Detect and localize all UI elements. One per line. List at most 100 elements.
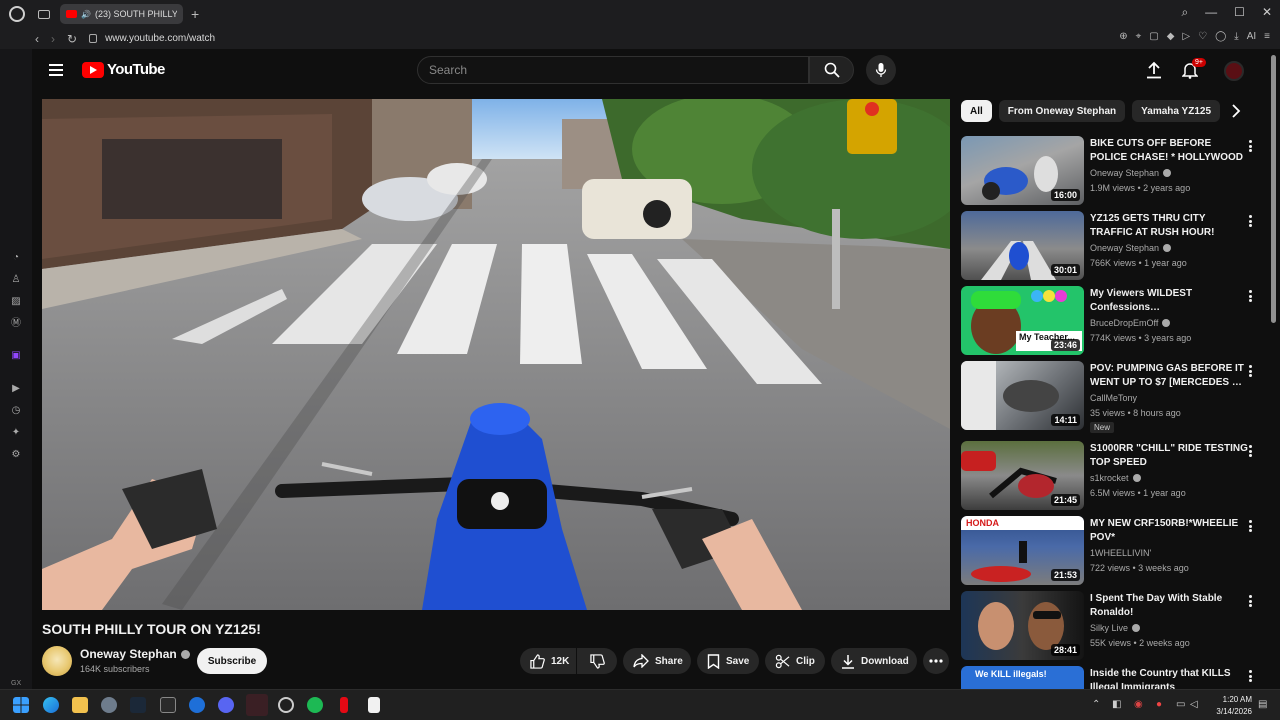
more-vertical-icon[interactable] bbox=[1249, 520, 1252, 532]
tray-volume-icon[interactable]: ◁ bbox=[1190, 699, 1198, 710]
video-thumbnail[interactable]: My Teacher... 23:46 bbox=[961, 286, 1084, 355]
forward-icon[interactable]: › bbox=[51, 32, 55, 46]
settings-app-icon[interactable] bbox=[101, 697, 117, 713]
recommendation-item[interactable]: 30:01 YZ125 GETS THRU CITY TRAFFIC AT RU… bbox=[961, 211, 1261, 281]
recommendation-title[interactable]: POV: PUMPING GAS BEFORE IT WENT UP TO $7… bbox=[1090, 362, 1250, 390]
recommendation-channel[interactable]: BruceDropEmOff bbox=[1090, 318, 1158, 328]
recommendation-title[interactable]: Inside the Country that KILLS Illegal Im… bbox=[1090, 667, 1250, 689]
video-thumbnail[interactable]: 30:01 bbox=[961, 211, 1084, 280]
discord-icon[interactable] bbox=[218, 697, 234, 713]
maximize-icon[interactable]: ☐ bbox=[1234, 5, 1245, 20]
account-avatar[interactable] bbox=[1224, 61, 1244, 81]
reload-icon[interactable]: ↻ bbox=[67, 32, 77, 46]
more-vertical-icon[interactable] bbox=[1249, 290, 1252, 302]
video-thumbnail[interactable]: HONDA 21:53 bbox=[961, 516, 1084, 585]
file-explorer-icon[interactable] bbox=[72, 697, 88, 713]
search-button[interactable] bbox=[809, 56, 854, 84]
more-vertical-icon[interactable] bbox=[1249, 445, 1252, 457]
youtube-logo[interactable]: YouTube bbox=[82, 61, 165, 78]
close-icon[interactable]: ✕ bbox=[1262, 5, 1272, 20]
chip-all[interactable]: All bbox=[961, 100, 992, 122]
chatgpt-icon[interactable] bbox=[278, 697, 294, 713]
recommendation-title[interactable]: MY NEW CRF150RB!*WHEELIE POV* bbox=[1090, 517, 1250, 545]
chevron-right-icon[interactable] bbox=[1231, 104, 1241, 118]
speaker-icon[interactable]: 🔊 bbox=[81, 10, 91, 19]
windows-start-icon[interactable] bbox=[13, 697, 29, 713]
ai-icon[interactable]: AI bbox=[1247, 31, 1256, 42]
spotify-icon[interactable] bbox=[307, 697, 323, 713]
notification-center-icon[interactable]: ▤ bbox=[1258, 699, 1267, 710]
sidebar-m-icon[interactable]: Ⓜ bbox=[10, 318, 22, 330]
video-thumbnail[interactable]: 28:41 bbox=[961, 591, 1084, 660]
channel-name[interactable]: Oneway Stephan bbox=[80, 647, 177, 661]
tray-mic-icon[interactable]: ● bbox=[1156, 699, 1162, 710]
notepad-icon[interactable] bbox=[368, 697, 380, 713]
sidebar-extensions-icon[interactable]: ✦ bbox=[10, 427, 22, 439]
recommendation-title[interactable]: S1000RR "CHILL" RIDE TESTING TOP SPEED bbox=[1090, 442, 1250, 470]
url-field[interactable]: www.youtube.com/watch bbox=[105, 33, 215, 44]
video-thumbnail[interactable]: 14:11 bbox=[961, 361, 1084, 430]
sidebar-ai-icon[interactable]: ♙ bbox=[10, 274, 22, 286]
recommendation-channel[interactable]: CallMeTony bbox=[1090, 393, 1137, 403]
share-button[interactable]: Share bbox=[623, 648, 691, 674]
more-vertical-icon[interactable] bbox=[1249, 670, 1252, 682]
download-button[interactable]: Download bbox=[831, 648, 917, 674]
channel-name-row[interactable]: Oneway Stephan bbox=[80, 647, 190, 661]
search-tabs-icon[interactable]: ⌕ bbox=[1181, 5, 1188, 20]
more-vertical-icon[interactable] bbox=[1249, 140, 1252, 152]
video-thumbnail[interactable]: 16:00 bbox=[961, 136, 1084, 205]
tray-app-icon[interactable]: ◧ bbox=[1112, 699, 1121, 710]
taskbar-clock[interactable]: 1:20 AM 3/14/2026 bbox=[1210, 694, 1252, 718]
like-button[interactable]: 12K bbox=[520, 648, 576, 674]
opera-menu-icon[interactable] bbox=[9, 6, 25, 22]
epic-games-icon[interactable] bbox=[160, 697, 176, 713]
upload-icon[interactable] bbox=[1146, 61, 1162, 79]
sidebar-feed-icon[interactable]: ◔ bbox=[10, 252, 22, 264]
more-vertical-icon[interactable] bbox=[1249, 595, 1252, 607]
sidebar-twitch-icon[interactable]: ▣ bbox=[10, 350, 22, 362]
vpn-icon[interactable]: ◆ bbox=[1167, 31, 1175, 42]
more-vertical-icon[interactable] bbox=[1249, 215, 1252, 227]
sidebar-player-icon[interactable]: ▶ bbox=[10, 383, 22, 395]
recommendation-item[interactable]: My Teacher... 23:46 My Viewers WILDEST C… bbox=[961, 286, 1261, 356]
recommendation-channel[interactable]: Oneway Stephan bbox=[1090, 168, 1159, 178]
profile-icon[interactable]: ◯ bbox=[1215, 31, 1226, 42]
clip-button[interactable]: Clip bbox=[765, 648, 825, 674]
snapshot-icon[interactable]: ▢ bbox=[1149, 31, 1158, 42]
workspaces-icon[interactable] bbox=[38, 9, 50, 19]
recommendation-item[interactable]: 16:00 BIKE CUTS OFF BEFORE POLICE CHASE!… bbox=[961, 136, 1261, 206]
recommendation-item[interactable]: 28:41 I Spent The Day With Stable Ronald… bbox=[961, 591, 1261, 661]
battlenet-icon[interactable] bbox=[189, 697, 205, 713]
video-thumbnail[interactable]: 21:45 bbox=[961, 441, 1084, 510]
video-thumbnail[interactable]: We KILL illegals! bbox=[961, 666, 1084, 689]
recommendation-title[interactable]: BIKE CUTS OFF BEFORE POLICE CHASE! * HOL… bbox=[1090, 137, 1250, 167]
video-player[interactable] bbox=[42, 99, 950, 610]
save-button[interactable]: Save bbox=[697, 648, 759, 674]
more-vertical-icon[interactable] bbox=[1249, 365, 1252, 377]
chip-from-channel[interactable]: From Oneway Stephan bbox=[998, 100, 1126, 122]
sidebar-history-icon[interactable]: ◷ bbox=[10, 405, 22, 417]
recommendation-channel[interactable]: s1krocket bbox=[1090, 473, 1129, 483]
edge-icon[interactable] bbox=[43, 697, 59, 713]
dislike-button[interactable] bbox=[577, 648, 617, 674]
tray-monitor-icon[interactable]: ▭ bbox=[1176, 699, 1185, 710]
recommendation-title[interactable]: My Viewers WILDEST Confessions… bbox=[1090, 287, 1250, 315]
recommendation-item[interactable]: We KILL illegals! Inside the Country tha… bbox=[961, 666, 1261, 689]
tray-opera-icon[interactable]: ◉ bbox=[1134, 699, 1143, 710]
tray-chevron-icon[interactable]: ⌃ bbox=[1092, 699, 1100, 710]
menu-icon[interactable]: ≡ bbox=[1264, 31, 1270, 42]
recommendation-channel[interactable]: Oneway Stephan bbox=[1090, 243, 1159, 253]
zoom-icon[interactable]: ⊕ bbox=[1119, 31, 1127, 42]
sidebar-wallpaper-icon[interactable]: ▨ bbox=[10, 296, 22, 308]
back-icon[interactable]: ‹ bbox=[35, 32, 39, 46]
pin-icon[interactable]: ⌖ bbox=[1136, 31, 1142, 42]
recommendation-channel[interactable]: 1WHEELLIVIN' bbox=[1090, 548, 1151, 558]
steam-icon[interactable] bbox=[130, 697, 146, 713]
netflix-icon[interactable] bbox=[340, 697, 348, 713]
opera-gx-taskbar-icon[interactable] bbox=[246, 694, 268, 716]
browser-tab-active[interactable]: 🔊 (23) SOUTH PHILLY TOUR ON YZ125! bbox=[60, 4, 183, 24]
heart-icon[interactable]: ♡ bbox=[1198, 31, 1207, 42]
recommendation-channel[interactable]: Silky Live bbox=[1090, 623, 1128, 633]
subscribe-button[interactable]: Subscribe bbox=[197, 648, 267, 674]
channel-avatar[interactable] bbox=[42, 646, 72, 676]
